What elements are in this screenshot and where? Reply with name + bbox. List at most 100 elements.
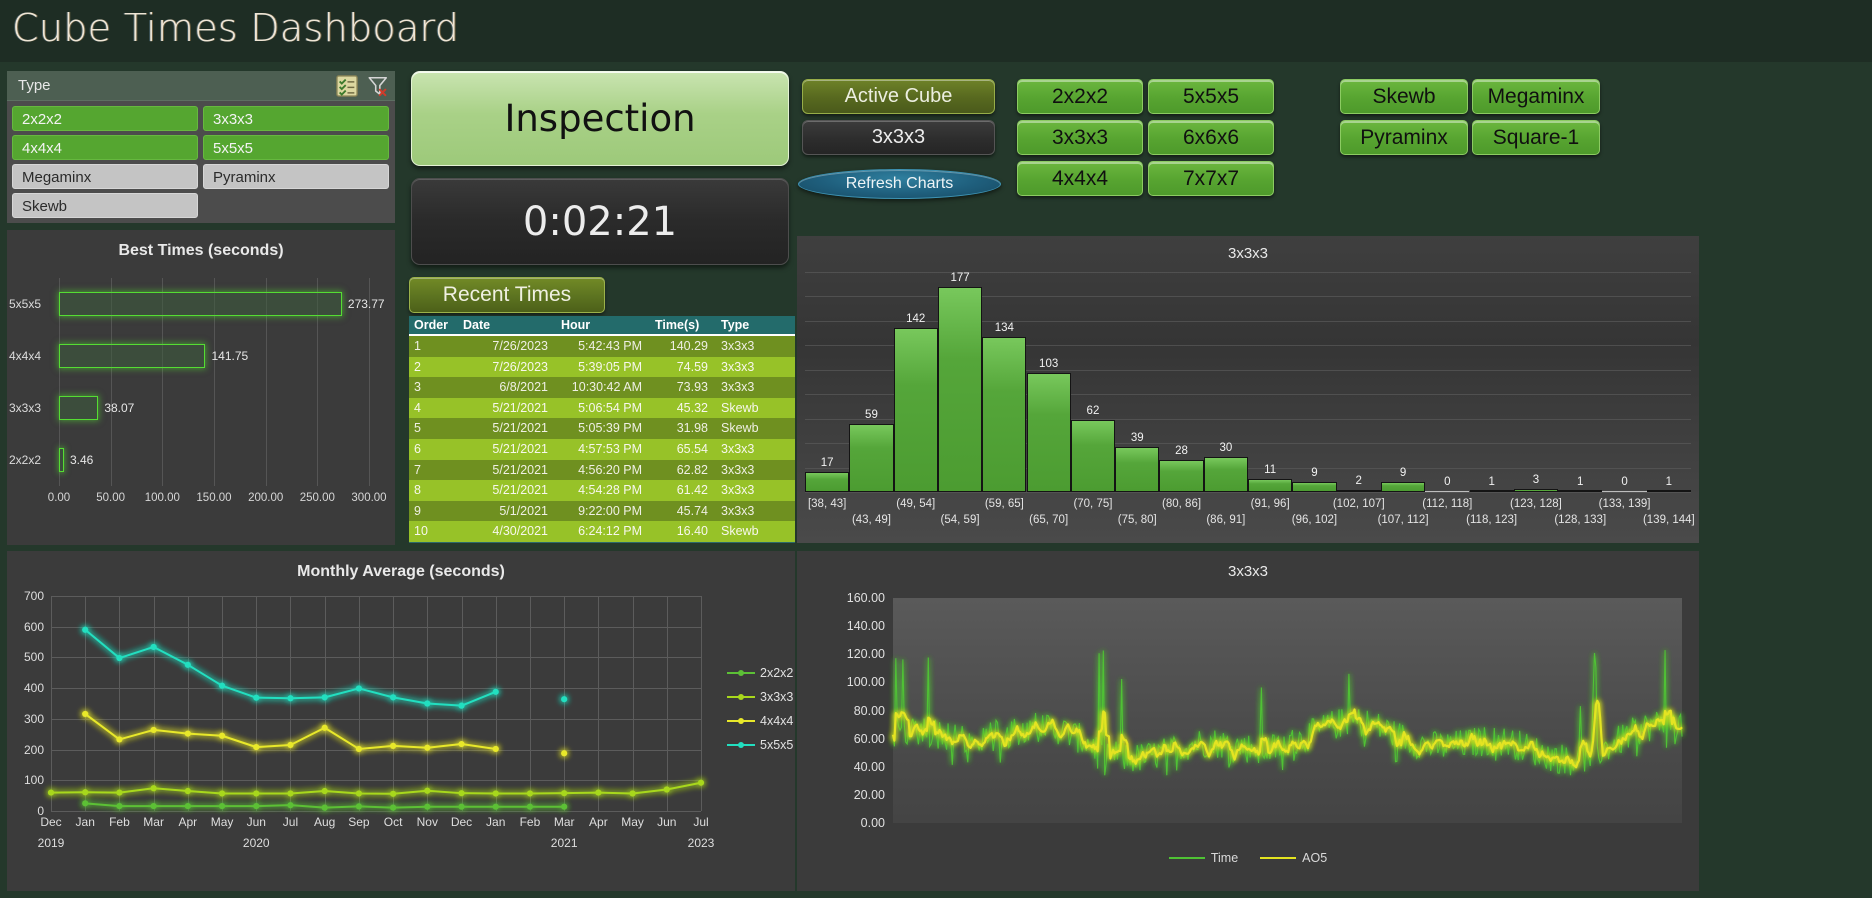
bar-value-label: 0 <box>1444 475 1451 488</box>
inspection-state-button[interactable]: Inspection <box>411 71 789 166</box>
table-row[interactable]: 6 5/21/2021 4:57:53 PM 65.54 3x3x3 <box>409 438 795 460</box>
table-cell: 4:54:28 PM <box>578 483 642 498</box>
cube-button-3x3x3[interactable]: 3x3x3 <box>1017 120 1143 155</box>
histogram-bin[interactable]: 9 <box>1292 272 1337 492</box>
bar[interactable] <box>59 292 342 316</box>
histogram-bin[interactable]: 142 <box>893 272 938 492</box>
bar[interactable] <box>59 396 99 420</box>
cube-button-skewb[interactable]: Skewb <box>1340 79 1468 114</box>
active-cube-value[interactable]: 3x3x3 <box>802 120 995 155</box>
bar <box>805 472 850 492</box>
histogram-bin[interactable]: 1 <box>1646 272 1691 492</box>
histogram-bin[interactable]: 0 <box>1425 272 1470 492</box>
histogram-bin[interactable]: 134 <box>982 272 1027 492</box>
slicer-item-pyraminx[interactable]: Pyraminx <box>203 164 389 189</box>
monthly-average-panel: Monthly Average (seconds) 0 100 200 300 400 5… <box>7 551 795 891</box>
x-axis-tick: Dec <box>40 815 62 829</box>
bar <box>1292 481 1337 492</box>
clear-filter-icon[interactable] <box>367 75 389 97</box>
bar <box>1336 489 1381 492</box>
legend-item-ao5[interactable]: AO5 <box>1260 851 1327 865</box>
column-header-hour[interactable]: Hour <box>555 316 649 334</box>
x-axis-tick: Jun <box>657 815 677 829</box>
table-cell: 8 <box>414 483 421 498</box>
slicer-item-2x2x2[interactable]: 2x2x2 <box>12 106 198 131</box>
cube-button-5x5x5[interactable]: 5x5x5 <box>1148 79 1274 114</box>
refresh-charts-button[interactable]: Refresh Charts <box>798 169 1001 199</box>
bar[interactable] <box>59 344 206 368</box>
histogram-bin[interactable]: 0 <box>1602 272 1647 492</box>
cube-button-4x4x4[interactable]: 4x4x4 <box>1017 161 1143 196</box>
histogram-bin[interactable]: 2 <box>1336 272 1381 492</box>
table-cell: Skewb <box>721 421 759 436</box>
cube-button-2x2x2[interactable]: 2x2x2 <box>1017 79 1143 114</box>
bin-label: (107, 112] <box>1377 514 1429 526</box>
column-header-type[interactable]: Type <box>715 316 793 334</box>
table-row[interactable]: 5 5/21/2021 5:05:39 PM 31.98 Skewb <box>409 418 795 439</box>
histogram-bin[interactable]: 11 <box>1248 272 1293 492</box>
table-row[interactable]: 1 7/26/2023 5:42:43 PM 140.29 3x3x3 <box>409 336 795 357</box>
bar-value-label: 1 <box>1488 475 1495 488</box>
slicer-item-megaminx[interactable]: Megaminx <box>12 164 198 189</box>
bar-row: 4x4x4 141.75 <box>9 344 369 368</box>
histogram-bin[interactable]: 1 <box>1558 272 1603 492</box>
type-slicer: Type 2x2x2 3x3x3 4x4x4 5x5x5 Megaminx Pyramin… <box>7 71 395 223</box>
slicer-item-skewb[interactable]: Skewb <box>12 193 198 218</box>
bar[interactable] <box>59 448 64 472</box>
table-cell: Skewb <box>721 524 759 539</box>
table-row[interactable]: 2 7/26/2023 5:39:05 PM 74.59 3x3x3 <box>409 356 795 378</box>
legend-item-5x5x5[interactable]: 5x5x5 <box>727 733 793 757</box>
table-row[interactable]: 3 6/8/2021 10:30:42 AM 73.93 3x3x3 <box>409 377 795 398</box>
column-header-order[interactable]: Order <box>409 316 457 334</box>
table-row[interactable]: 9 5/1/2021 9:22:00 PM 45.74 3x3x3 <box>409 500 795 522</box>
slicer-item-5x5x5[interactable]: 5x5x5 <box>203 135 389 160</box>
table-cell: 10:30:42 AM <box>571 380 642 395</box>
table-row[interactable]: 10 4/30/2021 6:24:12 PM 16.40 Skewb <box>409 521 795 542</box>
histogram-bin[interactable]: 17 <box>805 272 850 492</box>
x-axis-tick: Oct <box>383 815 403 829</box>
cube-button-square-1[interactable]: Square-1 <box>1472 120 1600 155</box>
table-row[interactable]: 8 5/21/2021 4:54:28 PM 61.42 3x3x3 <box>409 480 795 501</box>
bar-value-label: 59 <box>865 408 878 421</box>
table-cell: 3 <box>414 380 421 395</box>
bar-value-label: 9 <box>1311 466 1318 479</box>
histogram-bin[interactable]: 39 <box>1115 272 1160 492</box>
bin-label: (133, 139] <box>1598 498 1651 510</box>
gridline <box>701 596 702 811</box>
bar <box>1425 491 1470 492</box>
legend-item-3x3x3[interactable]: 3x3x3 <box>727 685 793 709</box>
legend-swatch <box>727 694 755 700</box>
legend-item-2x2x2[interactable]: 2x2x2 <box>727 661 793 685</box>
multi-select-icon[interactable] <box>336 75 358 97</box>
bar-value-label: 273.77 <box>347 297 385 311</box>
histogram-bin[interactable]: 62 <box>1070 272 1116 492</box>
histogram-bin[interactable]: 59 <box>849 272 894 492</box>
histogram-bin[interactable]: 103 <box>1026 272 1071 492</box>
slicer-item-3x3x3[interactable]: 3x3x3 <box>203 106 389 131</box>
table-row[interactable]: 4 5/21/2021 5:06:54 PM 45.32 Skewb <box>409 397 795 419</box>
recent-times-button[interactable]: Recent Times <box>409 277 605 313</box>
x-axis-tick: Apr <box>589 815 608 829</box>
column-header-date[interactable]: Date <box>457 316 555 334</box>
cube-button-6x6x6[interactable]: 6x6x6 <box>1148 120 1274 155</box>
cube-button-pyraminx[interactable]: Pyraminx <box>1340 120 1468 155</box>
histogram-bin[interactable]: 177 <box>937 272 983 492</box>
histogram-bin[interactable]: 28 <box>1159 272 1204 492</box>
slicer-item-4x4x4[interactable]: 4x4x4 <box>12 135 198 160</box>
column-header-time-s[interactable]: Time(s) <box>649 316 715 334</box>
legend-label: 2x2x2 <box>760 666 794 680</box>
histogram-bin[interactable]: 9 <box>1380 272 1426 492</box>
histogram-bin[interactable]: 30 <box>1203 272 1248 492</box>
bar-value-label: 0 <box>1621 475 1628 488</box>
legend-item-time[interactable]: Time <box>1168 851 1238 865</box>
legend-item-4x4x4[interactable]: 4x4x4 <box>727 709 793 733</box>
x-axis-tick: Nov <box>416 815 438 829</box>
cube-button-7x7x7[interactable]: 7x7x7 <box>1148 161 1274 196</box>
table-row[interactable]: 7 5/21/2021 4:56:20 PM 62.82 3x3x3 <box>409 459 795 481</box>
histogram-bin[interactable]: 1 <box>1469 272 1514 492</box>
cube-button-megaminx[interactable]: Megaminx <box>1472 79 1600 114</box>
timer-display[interactable]: 0:02:21 <box>411 178 789 265</box>
bin-label: (80, 86] <box>1162 498 1202 510</box>
histogram-bin[interactable]: 3 <box>1513 272 1559 492</box>
gridline <box>805 492 1691 493</box>
